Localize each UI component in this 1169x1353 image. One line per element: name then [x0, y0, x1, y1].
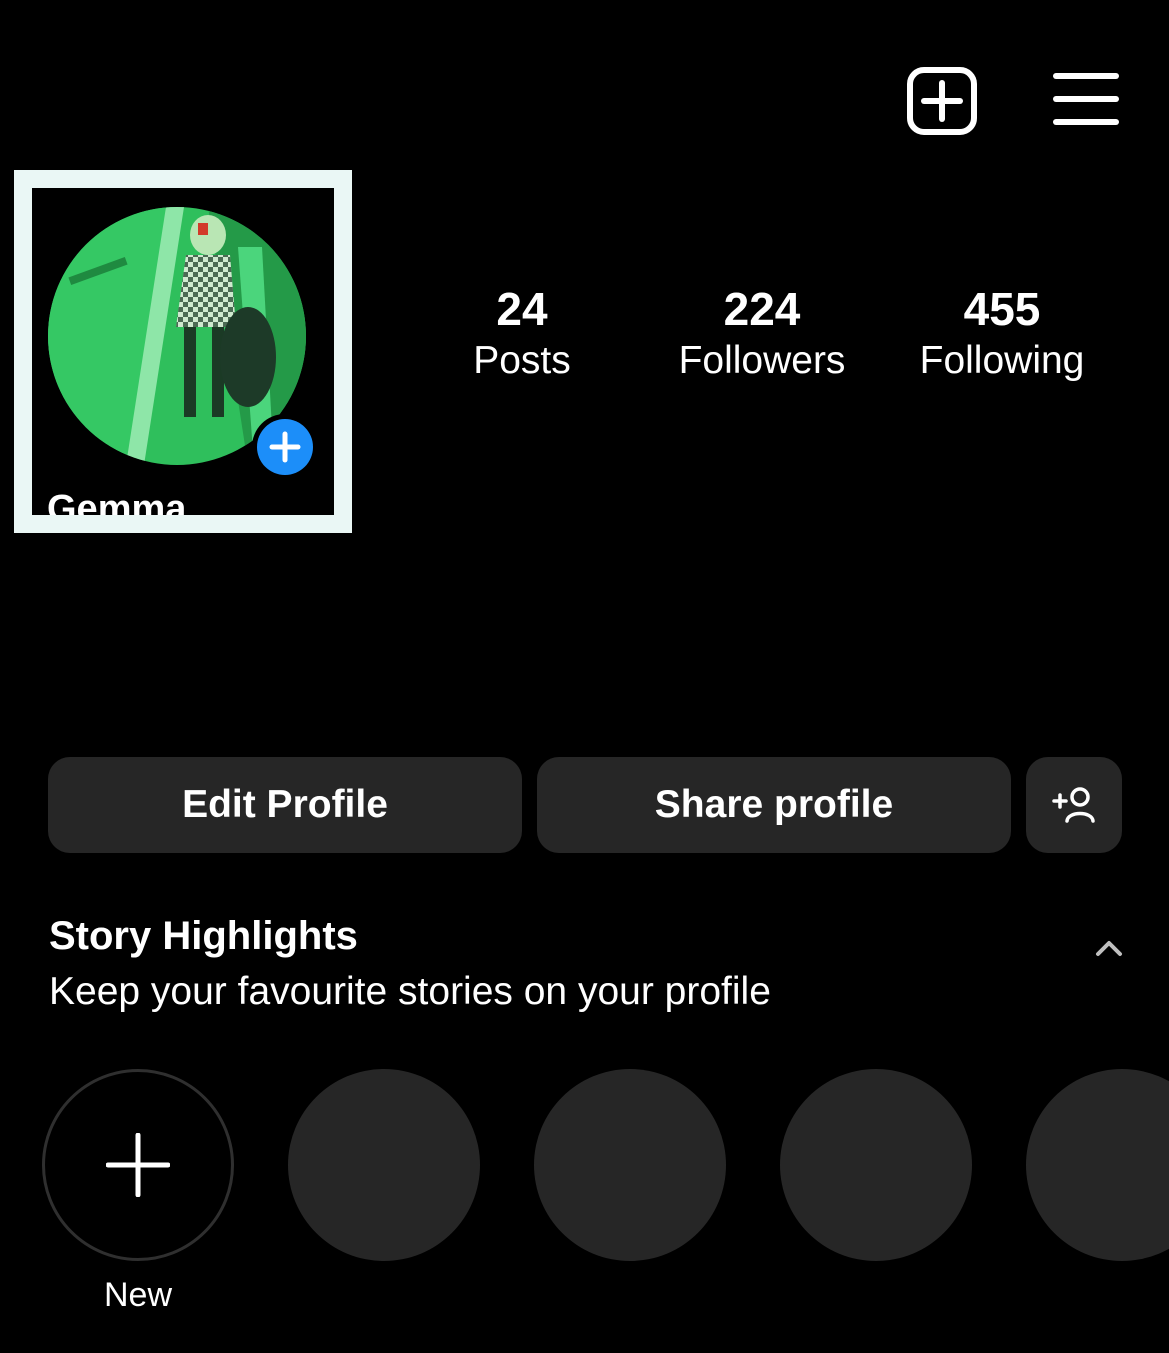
highlight-placeholder	[534, 1069, 726, 1261]
stat-posts[interactable]: 24 Posts	[412, 282, 632, 386]
stat-followers-label: Followers	[678, 339, 846, 382]
highlight-placeholder	[288, 1069, 480, 1261]
share-profile-button[interactable]: Share profile	[537, 757, 1011, 853]
add-story-icon[interactable]	[250, 412, 320, 482]
new-highlight-button[interactable]	[42, 1069, 234, 1261]
add-person-icon	[1052, 787, 1095, 823]
chevron-up-icon[interactable]	[1090, 930, 1128, 964]
highlights-subtitle: Keep your favourite stories on your prof…	[49, 970, 771, 1013]
edit-profile-button[interactable]: Edit Profile	[48, 757, 522, 853]
display-name: Gemma	[47, 488, 187, 530]
highlights-title: Story Highlights	[49, 914, 358, 958]
stat-posts-value: 24	[496, 283, 548, 335]
stat-following-value: 455	[963, 283, 1041, 335]
stat-following[interactable]: 455 Following	[892, 282, 1112, 386]
discover-people-button[interactable]	[1026, 757, 1122, 853]
plus-icon	[106, 1133, 170, 1197]
new-highlight-label: New	[103, 1276, 173, 1314]
stat-followers-value: 224	[723, 283, 801, 335]
stat-following-label: Following	[919, 339, 1085, 382]
stat-posts-label: Posts	[473, 339, 571, 382]
stat-followers[interactable]: 224 Followers	[652, 282, 872, 386]
edit-profile-label: Edit Profile	[182, 783, 388, 826]
create-post-icon[interactable]	[906, 66, 978, 136]
highlight-placeholder	[1026, 1069, 1169, 1261]
highlight-placeholder	[780, 1069, 972, 1261]
menu-icon[interactable]	[1052, 70, 1120, 128]
profile-avatar-frame[interactable]: Gemma	[14, 170, 352, 533]
share-profile-label: Share profile	[654, 783, 894, 826]
